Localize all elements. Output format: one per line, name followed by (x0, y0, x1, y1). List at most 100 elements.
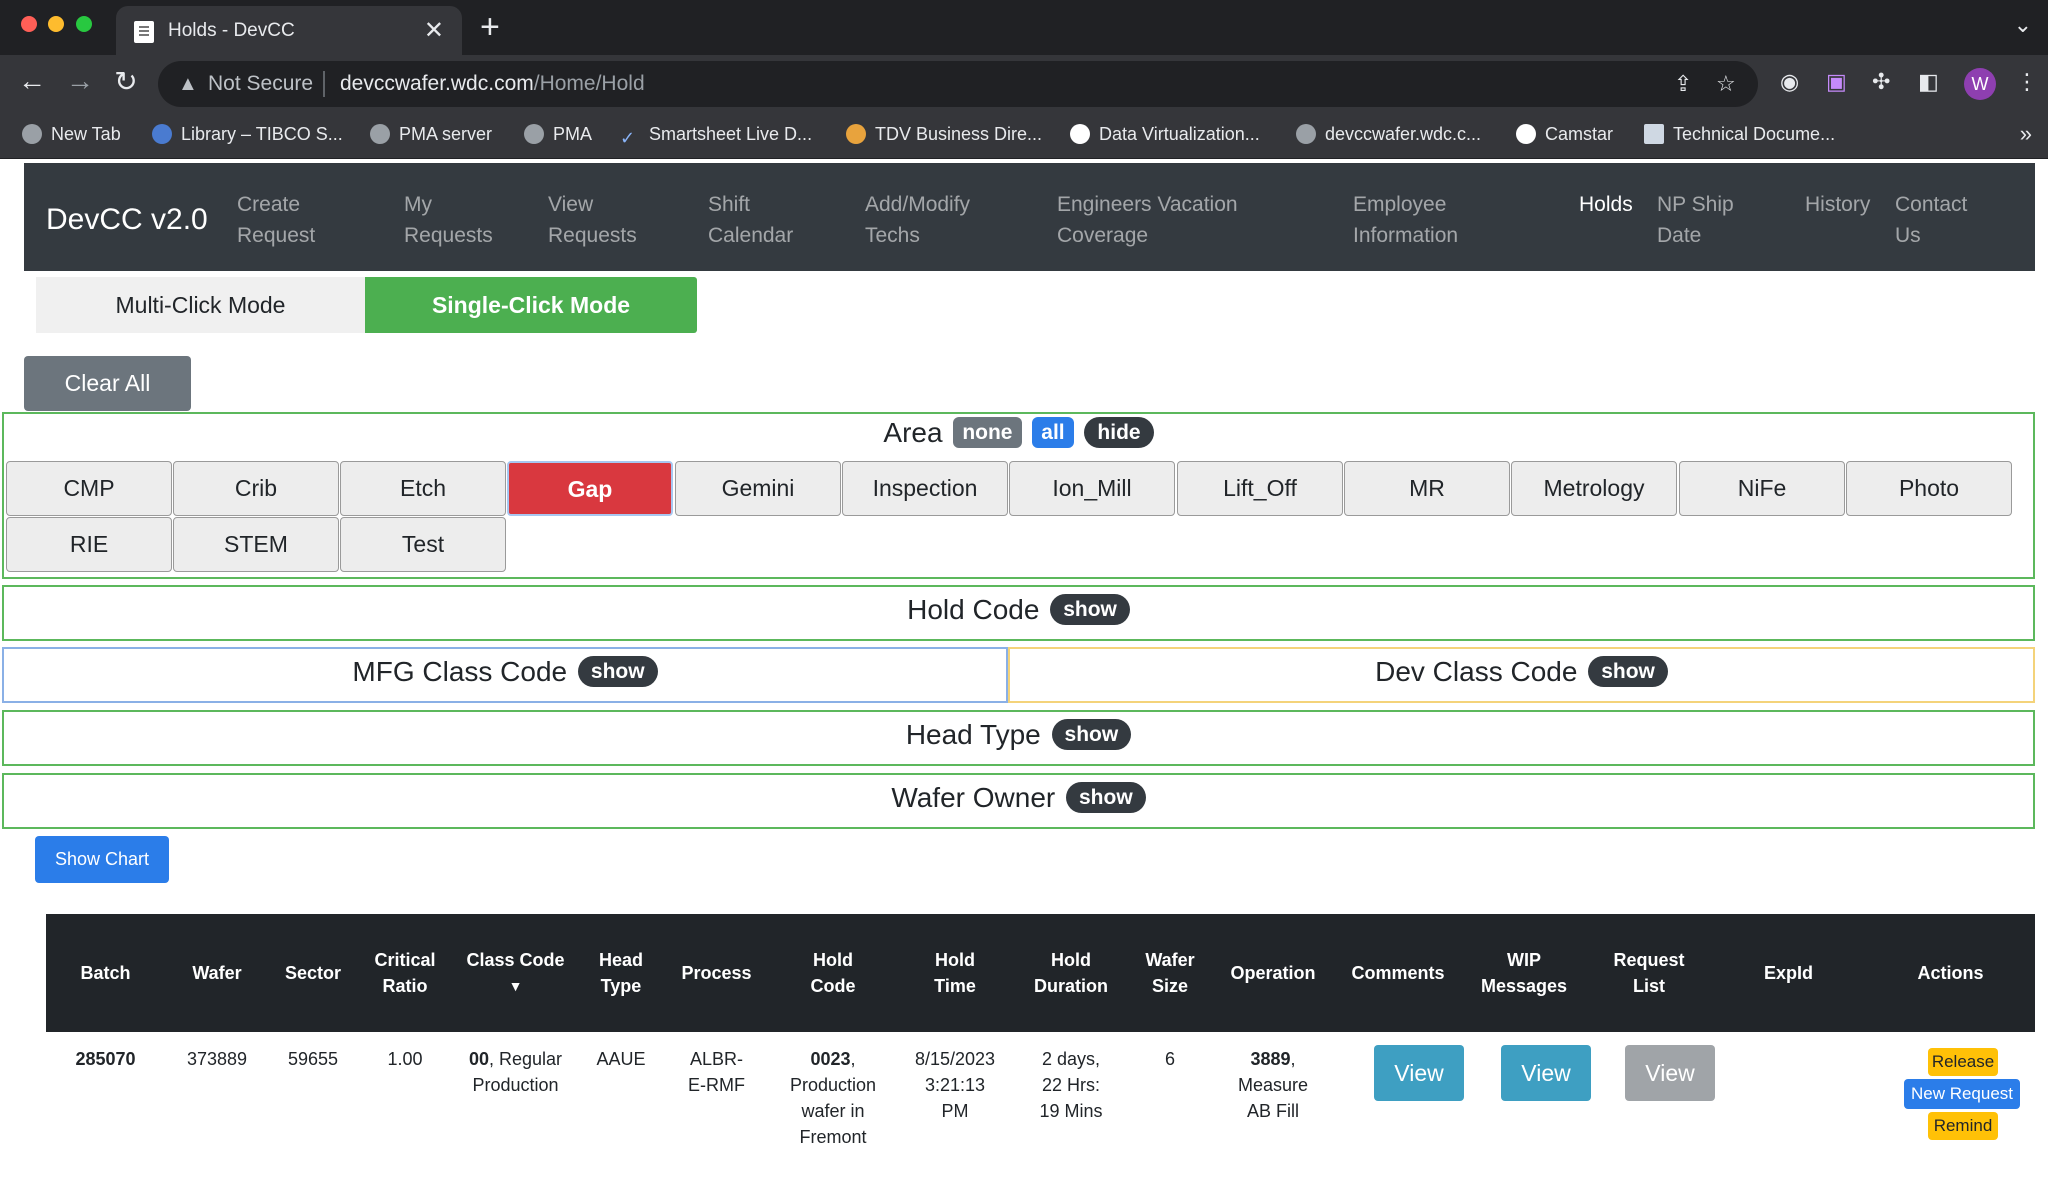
header-text: ExpId (1763, 963, 1813, 983)
address-bar[interactable]: ▲ Not Secure devccwafer.wdc.com/Home/Hol… (158, 61, 1758, 107)
area-button-stem[interactable]: STEM (173, 517, 339, 572)
nav-contact-us[interactable]: Contact Us (1895, 189, 1967, 251)
column-header-batch[interactable]: Batch (46, 914, 165, 1032)
dev-class-code-title: Dev Class Code (1375, 656, 1578, 687)
comments-view-button[interactable]: View (1374, 1045, 1464, 1101)
column-header-operation[interactable]: Operation (1211, 914, 1335, 1032)
browser-tab[interactable]: Holds - DevCC ✕ (116, 6, 462, 55)
area-button-crib[interactable]: Crib (173, 461, 339, 516)
security-label: Not Secure (208, 72, 314, 95)
share-icon[interactable]: ⇪ (1674, 71, 1692, 97)
column-header-request-list[interactable]: Request List (1587, 914, 1711, 1032)
column-header-expid[interactable]: ExpId (1711, 914, 1866, 1032)
nav-my-requests[interactable]: My Requests (404, 189, 493, 251)
area-button-photo[interactable]: Photo (1846, 461, 2012, 516)
column-header-hold-code[interactable]: Hold Code (769, 914, 897, 1032)
wip-messages-view-button[interactable]: View (1501, 1045, 1591, 1101)
close-tab-icon[interactable]: ✕ (424, 16, 444, 45)
column-header-process[interactable]: Process (664, 914, 769, 1032)
clear-all-button[interactable]: Clear All (24, 356, 191, 411)
dev-class-code-show-pill[interactable]: show (1588, 656, 1668, 687)
request-list-view-button[interactable]: View (1625, 1045, 1715, 1101)
nav-create-request[interactable]: Create Request (237, 189, 315, 251)
column-header-hold-duration[interactable]: Hold Duration (1013, 914, 1129, 1032)
column-header-actions[interactable]: Actions (1866, 914, 2035, 1032)
column-header-hold-time[interactable]: Hold Time (897, 914, 1013, 1032)
new-tab-button[interactable]: + (480, 8, 500, 47)
column-header-wafer-size[interactable]: Wafer Size (1129, 914, 1211, 1032)
area-button-inspection[interactable]: Inspection (842, 461, 1008, 516)
area-button-etch[interactable]: Etch (340, 461, 506, 516)
mfg-class-code-show-pill[interactable]: show (577, 656, 658, 687)
nav-label: Us (1895, 224, 1921, 247)
column-header-comments[interactable]: Comments (1335, 914, 1461, 1032)
nav-employee-information[interactable]: Employee Information (1353, 189, 1458, 251)
maximize-window-button[interactable] (76, 16, 92, 32)
nav-engineers-vacation[interactable]: Engineers Vacation Coverage (1057, 189, 1238, 251)
tab-search-chevron-icon[interactable]: ⌄ (2014, 12, 2032, 38)
nav-history[interactable]: History (1805, 189, 1870, 220)
nav-label: Calendar (708, 224, 794, 247)
column-header-head-type[interactable]: Head Type (578, 914, 664, 1032)
bookmark-star-icon[interactable]: ☆ (1716, 71, 1736, 97)
side-panel-icon[interactable]: ◧ (1918, 69, 1939, 95)
area-button-metrology[interactable]: Metrology (1511, 461, 1677, 516)
sort-down-icon[interactable]: ▼ (466, 973, 564, 999)
column-header-wip-messages[interactable]: WIP Messages (1461, 914, 1587, 1032)
bookmark-item[interactable]: New Tab (22, 124, 121, 145)
bookmark-item[interactable]: ✓ Smartsheet Live D... (620, 124, 812, 148)
profile-avatar[interactable]: W (1964, 68, 1996, 100)
reload-icon[interactable]: ↻ (108, 65, 144, 98)
browser-toolbar: ← → ↻ ▲ Not Secure devccwafer.wdc.com/Ho… (0, 55, 2048, 113)
new-request-button[interactable]: New Request (1904, 1079, 2020, 1109)
remind-button[interactable]: Remind (1928, 1112, 1998, 1140)
bookmark-item[interactable]: Data Virtualization... (1070, 124, 1260, 145)
more-bookmarks-icon[interactable]: » (2020, 121, 2032, 147)
area-hide-pill[interactable]: hide (1084, 417, 1154, 448)
area-button-lift-off[interactable]: Lift_Off (1177, 461, 1343, 516)
bookmark-item[interactable]: TDV Business Dire... (846, 124, 1042, 145)
area-button-rie[interactable]: RIE (6, 517, 172, 572)
area-button-ion-mill[interactable]: Ion_Mill (1009, 461, 1175, 516)
bookmark-item[interactable]: devccwafer.wdc.c... (1296, 124, 1481, 145)
multi-click-mode-button[interactable]: Multi-Click Mode (36, 277, 365, 333)
nav-shift-calendar[interactable]: Shift Calendar (708, 189, 793, 251)
single-click-mode-button[interactable]: Single-Click Mode (365, 277, 697, 333)
bookmark-item[interactable]: Library – TIBCO S... (152, 124, 343, 145)
area-button-mr[interactable]: MR (1344, 461, 1510, 516)
nav-holds[interactable]: Holds (1579, 189, 1633, 220)
brand[interactable]: DevCC v2.0 (46, 203, 208, 237)
area-none-pill[interactable]: none (953, 417, 1022, 448)
column-header-wafer[interactable]: Wafer (165, 914, 269, 1032)
close-window-button[interactable] (21, 16, 37, 32)
header-text: Ratio (382, 976, 428, 996)
head-type-show-pill[interactable]: show (1051, 719, 1132, 750)
column-header-sector[interactable]: Sector (269, 914, 357, 1032)
bookmark-item[interactable]: Camstar (1516, 124, 1613, 145)
show-chart-button[interactable]: Show Chart (35, 836, 169, 883)
puzzle-icon[interactable]: ✣ (1872, 69, 1890, 95)
area-button-test[interactable]: Test (340, 517, 506, 572)
area-button-cmp[interactable]: CMP (6, 461, 172, 516)
extension-2-icon[interactable]: ▣ (1826, 69, 1847, 95)
column-header-class-code[interactable]: Class Code ▼ (453, 914, 578, 1032)
column-header-critical-ratio[interactable]: Critical Ratio (357, 914, 453, 1032)
release-button[interactable]: Release (1928, 1048, 1998, 1076)
nav-add-modify-techs[interactable]: Add/Modify Techs (865, 189, 970, 251)
bookmark-item[interactable]: PMA server (370, 124, 492, 145)
kebab-menu-icon[interactable]: ⋮ (2016, 69, 2038, 95)
area-all-pill[interactable]: all (1032, 417, 1074, 448)
extension-icon[interactable]: ◉ (1780, 69, 1799, 95)
hold-code-show-pill[interactable]: show (1050, 594, 1130, 625)
area-button-gap[interactable]: Gap (507, 461, 673, 516)
bookmark-item[interactable]: Technical Docume... (1644, 124, 1835, 145)
forward-arrow-icon[interactable]: → (62, 65, 98, 97)
area-button-gemini[interactable]: Gemini (675, 461, 841, 516)
wafer-owner-show-pill[interactable]: show (1066, 782, 1146, 813)
back-arrow-icon[interactable]: ← (14, 65, 50, 97)
nav-np-ship-date[interactable]: NP Ship Date (1657, 189, 1734, 251)
minimize-window-button[interactable] (48, 16, 64, 32)
nav-view-requests[interactable]: View Requests (548, 189, 637, 251)
area-button-nife[interactable]: NiFe (1679, 461, 1845, 516)
bookmark-item[interactable]: PMA (524, 124, 592, 145)
